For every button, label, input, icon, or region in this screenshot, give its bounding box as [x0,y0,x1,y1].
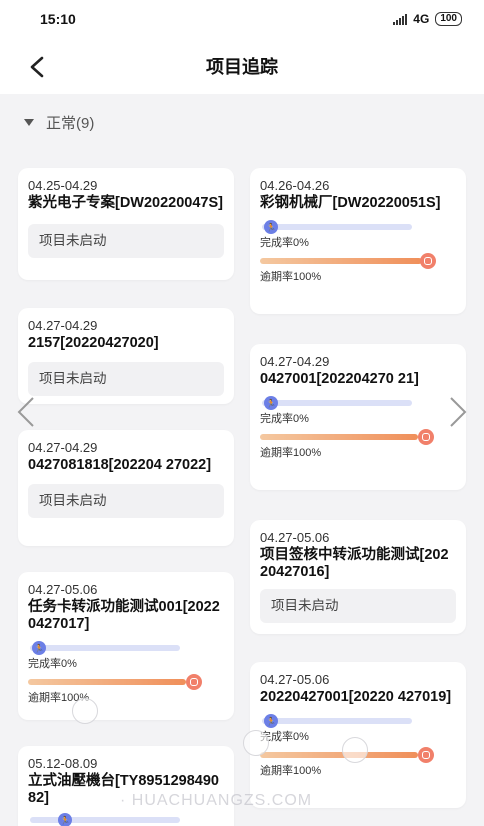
network-type: 4G [413,12,430,26]
project-card[interactable]: 04.27-05.06 项目签核中转派功能测试[20220427016] 项目未… [250,520,466,634]
completion-label: 完成率0% [260,413,309,425]
card-title: 0427081818[202204 27022] [28,457,212,473]
status-indicators: 4G 100 [393,12,462,26]
card-title: 项目签核中转派功能测试[20220427016] [260,547,449,580]
card-title: 彩钢机械厂[DW20220051S] [260,195,441,211]
overdue-label: 逾期率100% [260,271,322,283]
completion-track [30,645,180,651]
completion-bar: 🏃 [28,641,224,655]
navigation-bar: 项目追踪 [0,38,484,94]
section-toggle-normal[interactable]: 正常(9) [24,112,94,133]
overdue-fill [28,679,186,685]
runner-icon: 🏃 [32,641,46,655]
caret-down-icon [24,119,34,126]
chevron-left-icon [30,56,44,78]
card-title: 任务卡转派功能测试001[20220427017] [28,599,220,632]
status-badge: 项目未启动 [28,224,224,258]
completion-track [262,718,412,724]
previous-page-button[interactable] [12,394,40,430]
card-date: 04.27-05.06 [260,530,330,545]
card-date: 04.26-04.26 [260,178,330,193]
overdue-bar [260,429,456,445]
completion-bar: 🏃 [260,714,456,728]
overdue-bar [28,674,224,690]
floating-circle [72,698,98,724]
chevron-left-icon [17,397,34,427]
project-card[interactable]: 04.25-04.29 紫光电子专案[DW20220047S] 项目未启动 [18,168,234,280]
back-button[interactable] [20,50,54,84]
overdue-label: 逾期率100% [260,765,322,777]
battery-level: 100 [440,13,457,24]
card-title: 20220427001[20220 427019] [260,689,452,705]
runner-icon: 🏃 [264,396,278,410]
card-title: 紫光电子专案[DW20220047S] [28,195,223,211]
runner-icon: 🏃 [58,813,72,826]
progress-block: 🏃 完成率0% 逾期率100% [260,396,456,460]
floating-circle [342,737,368,763]
progress-block: 🏃 完成率0% 逾期率100% [260,220,456,284]
overdue-bar [260,253,456,269]
status-badge: 项目未启动 [28,362,224,396]
completion-bar: 🏃 [260,396,456,410]
section-label: 正常(9) [46,115,95,132]
battery-icon: 100 [435,12,462,26]
completion-track [262,400,412,406]
clock-icon [418,429,434,445]
overdue-fill [260,258,422,264]
card-date: 04.27-04.29 [260,354,330,369]
overdue-fill [260,434,418,440]
completion-bar: 🏃 [260,220,456,234]
chevron-right-icon [450,397,467,427]
completion-label: 完成率0% [260,237,309,249]
status-badge: 项目未启动 [260,589,456,623]
card-date: 04.25-04.29 [28,178,98,193]
runner-icon: 🏃 [264,714,278,728]
status-time: 15:10 [40,11,76,27]
project-card[interactable]: 04.27-04.29 0427001[202204270 21] 🏃 完成率0… [250,344,466,490]
runner-icon: 🏃 [264,220,278,234]
floating-circle [243,730,269,756]
overdue-label: 逾期率100% [28,692,90,704]
page-title: 项目追踪 [206,57,278,77]
progress-block: 🏃 完成率0% 逾期率100% [28,641,224,705]
status-bar: 15:10 4G 100 [0,0,484,38]
project-card[interactable]: 04.26-04.26 彩钢机械厂[DW20220051S] 🏃 完成率0% 逾… [250,168,466,314]
completion-track [30,817,180,823]
card-date: 05.12-08.09 [28,756,98,771]
overdue-label: 逾期率100% [260,447,322,459]
project-card[interactable]: 04.27-05.06 任务卡转派功能测试001[20220427017] 🏃 … [18,572,234,720]
completion-label: 完成率0% [28,658,77,670]
overdue-fill [260,752,418,758]
clock-icon [420,253,436,269]
watermark: · HUACHUANGZS.COM [120,792,313,809]
clock-icon [418,747,434,763]
status-badge: 项目未启动 [28,484,224,518]
card-date: 04.27-04.29 [28,440,98,455]
card-title: 2157[20220427020] [28,335,159,351]
card-date: 04.27-04.29 [28,318,98,333]
card-date: 04.27-05.06 [260,672,330,687]
signal-icon [393,13,408,25]
completion-bar: 🏃 [28,813,224,826]
card-date: 04.27-05.06 [28,582,98,597]
next-page-button[interactable] [444,394,472,430]
clock-icon [186,674,202,690]
project-card[interactable]: 04.27-04.29 0427081818[202204 27022] 项目未… [18,430,234,546]
project-card[interactable]: 04.27-04.29 2157[20220427020] 项目未启动 [18,308,234,404]
project-card[interactable]: 05.12-08.09 立式油壓機台[TY895129849082] 🏃 [18,746,234,826]
card-title: 0427001[202204270 21] [260,371,419,387]
project-card[interactable]: 04.27-05.06 20220427001[20220 427019] 🏃 … [250,662,466,808]
completion-track [262,224,412,230]
